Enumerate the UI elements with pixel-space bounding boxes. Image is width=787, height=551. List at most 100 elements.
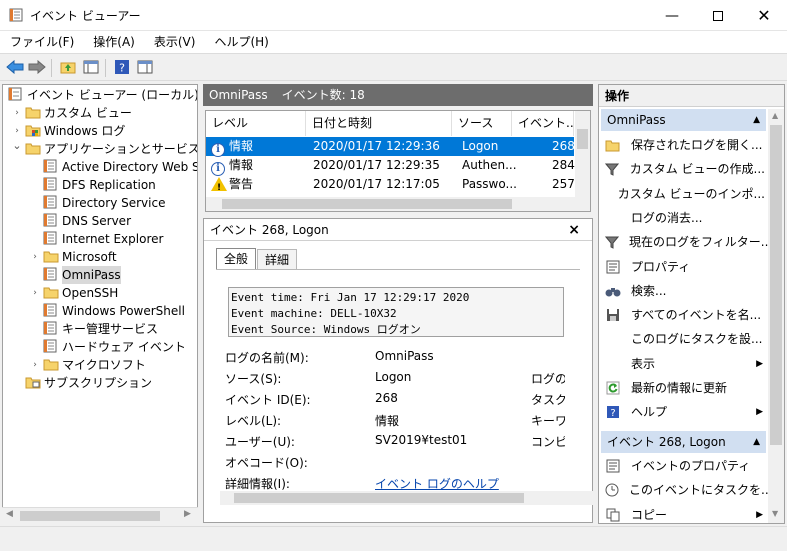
action-item[interactable]: カスタム ビューのインポ... (605, 182, 765, 206)
action-item[interactable]: プロパティ (605, 255, 765, 279)
tree-item[interactable]: › OpenSSH (29, 284, 118, 302)
list-horizontal-scrollbar[interactable] (206, 197, 590, 211)
action-item[interactable]: ログの消去... (605, 206, 765, 230)
action-item[interactable]: ? ヘルプ ▶ (605, 400, 765, 424)
tree-item[interactable]: サブスクリプション (11, 374, 152, 392)
action-item[interactable]: イベントのプロパティ (605, 454, 765, 478)
tree-item[interactable]: OmniPass (29, 266, 121, 284)
collapsed-chevron-icon[interactable]: › (29, 248, 41, 266)
tree-item[interactable]: DNS Server (29, 212, 131, 230)
tree-item[interactable]: ⌄ アプリケーションとサービス ログ (11, 137, 197, 158)
tree-horizontal-scrollbar[interactable]: ◀ ▶ (2, 507, 198, 524)
tree-root[interactable]: イベント ビューアー (ローカル) (6, 86, 197, 104)
tree-item[interactable]: ハードウェア イベント (29, 338, 186, 356)
menu-view[interactable]: 表示(V) (144, 31, 205, 53)
title-bar: イベント ビューアー — ✕ (0, 0, 787, 31)
cell-id: 257 (552, 177, 575, 191)
scroll-thumb[interactable] (770, 125, 782, 445)
list-vertical-scrollbar[interactable] (575, 111, 590, 199)
field-value: 情報 (375, 414, 400, 428)
tree-item[interactable]: Windows PowerShell (29, 302, 185, 320)
tree-item[interactable]: Internet Explorer (29, 230, 163, 248)
field-value: 268 (375, 391, 398, 405)
minimize-icon: — (665, 7, 679, 24)
help-icon: ? (605, 404, 621, 420)
actions-vertical-scrollbar[interactable]: ▲ ▼ (768, 109, 784, 523)
column-source[interactable]: ソース (452, 111, 512, 136)
tree-item[interactable]: › Windows ログ (11, 122, 125, 140)
tab-general[interactable]: 全般 (216, 248, 257, 270)
event-detail-title: イベント 268, Logon × (204, 219, 592, 241)
forward-arrow-icon (28, 60, 46, 74)
event-detail-title-text: イベント 268, Logon (210, 223, 329, 237)
tree-item[interactable]: キー管理サービス (29, 320, 158, 338)
column-event-id[interactable]: イベント... (512, 111, 574, 136)
log-name: OmniPass (209, 88, 268, 102)
action-item[interactable]: コピー ▶ (605, 503, 765, 523)
menu-action[interactable]: 操作(A) (83, 31, 144, 53)
expanded-chevron-icon[interactable]: ⌄ (11, 137, 23, 155)
field-value: SV2019¥test01 (375, 433, 468, 447)
forward-button[interactable] (27, 57, 47, 77)
action-item[interactable]: このログにタスクを設... (605, 327, 765, 351)
field-label-secondary: タスクの (531, 393, 565, 407)
scroll-thumb[interactable] (577, 129, 588, 149)
tree-item-label: サブスクリプション (44, 376, 153, 390)
action-item[interactable]: 検索... (605, 279, 765, 303)
minimize-button[interactable]: — (649, 0, 695, 31)
close-button[interactable]: ✕ (741, 0, 787, 31)
windows-log-icon (25, 123, 41, 139)
up-folder-button[interactable] (58, 57, 78, 77)
tree-item-label: DFS Replication (62, 178, 156, 192)
tab-details[interactable]: 詳細 (257, 249, 298, 269)
back-button[interactable] (5, 57, 25, 77)
section-event[interactable]: イベント 268, Logon ▲ (601, 431, 766, 453)
log-icon (43, 159, 59, 175)
menu-file[interactable]: ファイル(F) (0, 31, 83, 53)
window-title: イベント ビューアー (30, 9, 141, 23)
action-item[interactable]: 現在のログをフィルター... (605, 230, 772, 254)
tree-item[interactable]: › Microsoft (29, 248, 116, 266)
status-bar (0, 526, 787, 551)
event-log-help-link[interactable]: イベント ログのヘルプ (375, 475, 499, 492)
log-icon (43, 339, 59, 355)
show-hide-tree-button[interactable] (81, 57, 101, 77)
action-item[interactable]: このイベントにタスクを... (605, 478, 772, 502)
action-item[interactable]: すべてのイベントを名... (605, 303, 765, 327)
action-item[interactable]: カスタム ビューの作成... (605, 157, 765, 181)
folder-icon (25, 141, 41, 157)
action-item[interactable]: 最新の情報に更新 (605, 376, 765, 400)
column-datetime[interactable]: 日付と時刻 (306, 111, 452, 136)
table-row[interactable]: i 情報 2020/01/17 12:29:36 Logon 268 (206, 137, 575, 157)
table-row[interactable]: ! 警告 2020/01/17 12:17:05 Passwo... 257 (206, 175, 575, 197)
scroll-thumb[interactable] (222, 199, 512, 209)
show-action-pane-button[interactable] (135, 57, 155, 77)
tree-item-label: Windows ログ (44, 124, 126, 138)
action-item[interactable]: 表示 ▶ (605, 352, 765, 376)
help-button[interactable]: ? (112, 57, 132, 77)
maximize-button[interactable] (695, 0, 741, 31)
table-row[interactable]: i 情報 2020/01/17 12:29:35 Authen... 284 (206, 156, 575, 176)
tree-item[interactable]: › マイクロソフト (29, 356, 146, 374)
warning-icon: ! (211, 177, 227, 197)
folder-icon (43, 249, 59, 265)
event-list: レベル 日付と時刻 ソース イベント... i 情報 2020/01/17 12:2… (205, 110, 591, 212)
collapsed-chevron-icon[interactable]: › (29, 284, 41, 302)
action-item[interactable]: 保存されたログを開く... (605, 133, 765, 157)
collapsed-chevron-icon[interactable]: › (29, 356, 41, 374)
action-item-label: 表示 (631, 356, 656, 371)
tree-item[interactable]: Active Directory Web Ser (29, 158, 197, 176)
tree-item[interactable]: DFS Replication (29, 176, 156, 194)
close-detail-icon[interactable]: × (568, 219, 580, 241)
action-item-label: プロパティ (631, 259, 691, 274)
column-level[interactable]: レベル (206, 111, 306, 136)
scroll-thumb[interactable] (234, 493, 524, 503)
submenu-arrow-icon: ▶ (756, 509, 763, 520)
tree-item[interactable]: Directory Service (29, 194, 165, 212)
submenu-arrow-icon: ▶ (756, 407, 763, 418)
tree-item[interactable]: › カスタム ビュー (11, 104, 132, 122)
scroll-thumb[interactable] (20, 511, 160, 521)
menu-help[interactable]: ヘルプ(H) (204, 31, 277, 53)
section-omnipass[interactable]: OmniPass ▲ (601, 109, 766, 131)
collapsed-chevron-icon[interactable]: › (11, 104, 23, 122)
